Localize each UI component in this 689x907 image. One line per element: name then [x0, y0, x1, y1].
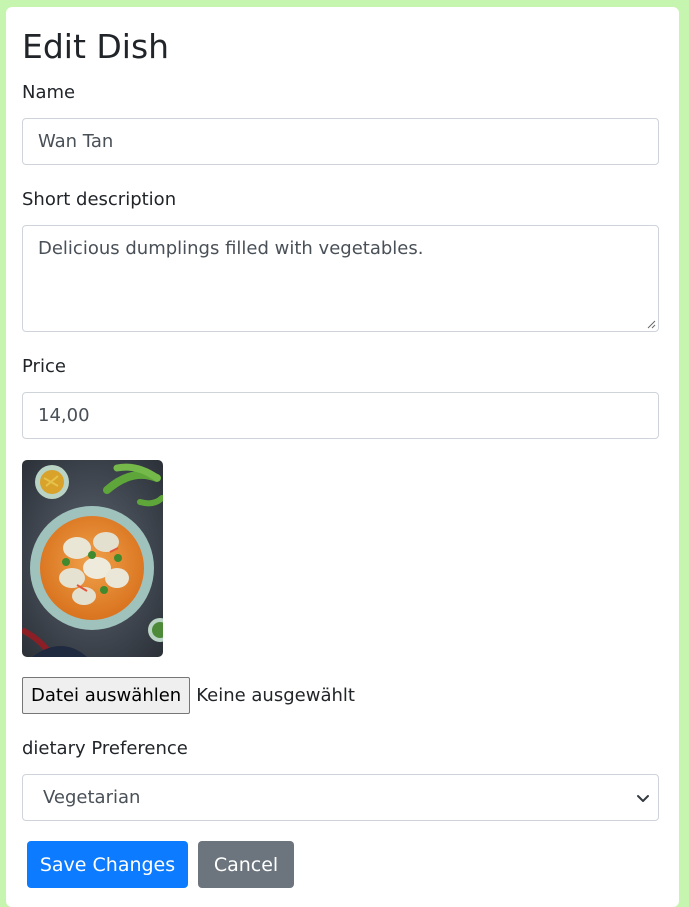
- description-textarea[interactable]: Delicious dumplings filled with vegetabl…: [22, 225, 659, 332]
- choose-file-button[interactable]: Datei auswählen: [22, 677, 191, 714]
- resize-grip-icon[interactable]: [646, 319, 656, 329]
- cancel-button[interactable]: Cancel: [198, 841, 294, 888]
- diet-selected-value: Vegetarian: [43, 787, 141, 808]
- file-status: Keine ausgewählt: [196, 685, 355, 706]
- name-input[interactable]: Wan Tan: [22, 118, 659, 165]
- edit-dish-card: Edit Dish Name Wan Tan Short description…: [6, 7, 679, 907]
- save-changes-button[interactable]: Save Changes: [27, 841, 188, 888]
- price-value: 14,00: [38, 405, 90, 426]
- diet-label: dietary Preference: [22, 738, 188, 759]
- file-upload: Datei auswählen Keine ausgewählt: [22, 677, 355, 714]
- description-value: Delicious dumplings filled with vegetabl…: [38, 238, 424, 259]
- price-label: Price: [22, 356, 66, 377]
- dish-photo-illustration: [22, 460, 163, 657]
- name-value: Wan Tan: [38, 131, 114, 152]
- name-label: Name: [22, 82, 76, 103]
- chevron-down-icon: [637, 794, 649, 802]
- dish-image: [22, 460, 163, 657]
- diet-select[interactable]: Vegetarian: [22, 774, 659, 821]
- description-label: Short description: [22, 189, 177, 210]
- price-input[interactable]: 14,00: [22, 392, 659, 439]
- page-title: Edit Dish: [22, 27, 170, 66]
